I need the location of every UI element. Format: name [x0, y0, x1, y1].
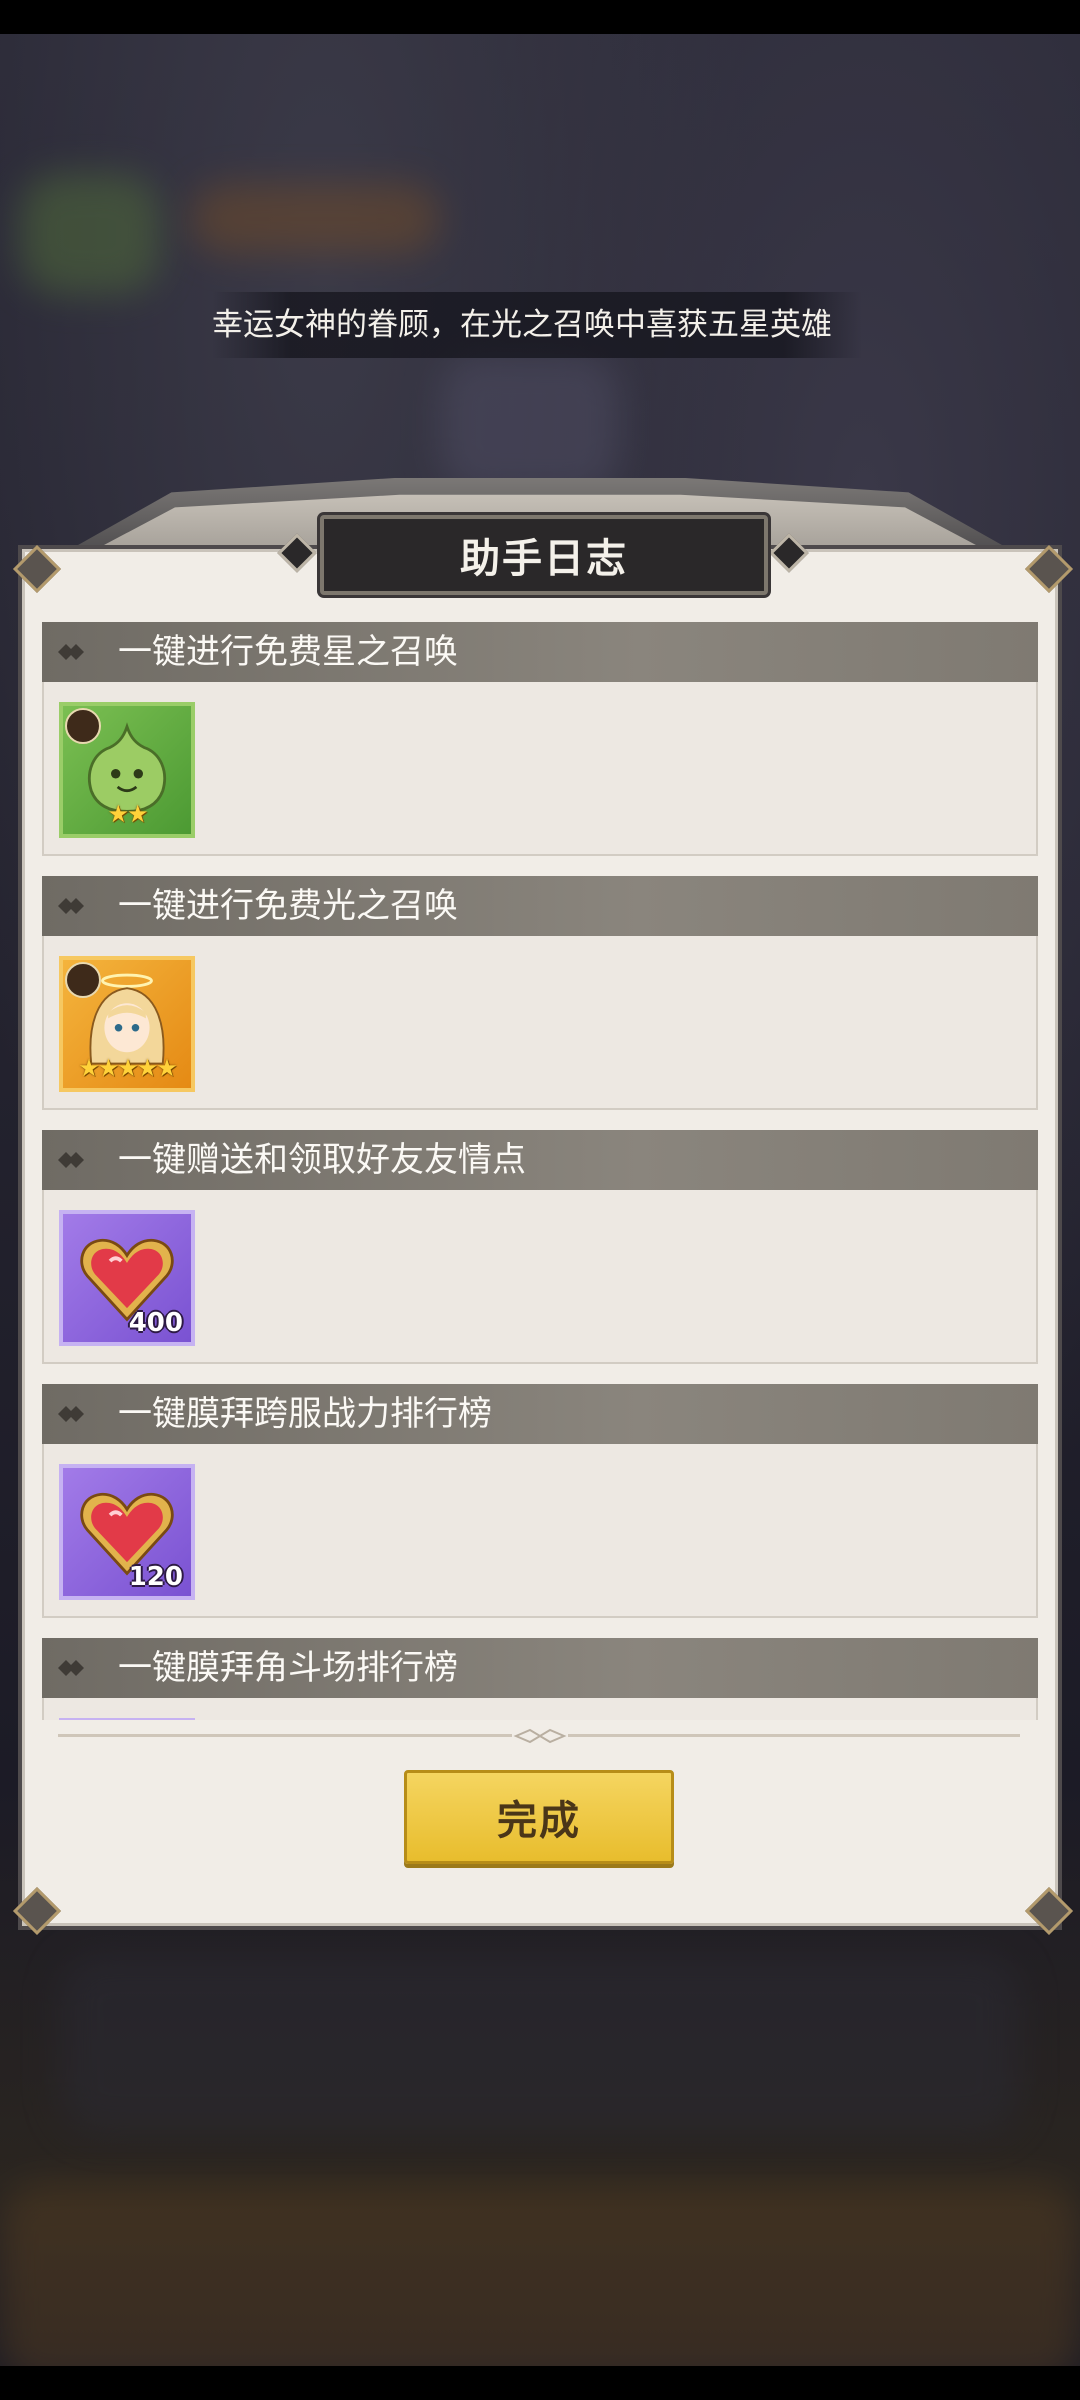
list-item: 一键进行免费星之召唤 ★★ [42, 622, 1038, 858]
section-body: 120 [42, 1444, 1038, 1618]
marquee-text: 幸运女神的眷顾，在光之召唤中喜获五星英雄 [212, 307, 832, 343]
section-title: 一键进行免费星之召唤 [118, 632, 458, 672]
panel-title-plate: 助手日志 [320, 515, 768, 595]
list-item: 一键进行免费光之召唤 ★★★★★ [42, 876, 1038, 1112]
section-body: 400 [42, 1190, 1038, 1364]
section-body: ★★★★★ [42, 936, 1038, 1110]
done-button-label: 完成 [497, 1798, 581, 1844]
chevron-right-icon [58, 1152, 84, 1168]
section-title: 一键赠送和领取好友友情点 [118, 1140, 526, 1180]
chevron-right-icon [58, 1406, 84, 1422]
section-header: 一键膜拜角斗场排行榜 [42, 1638, 1038, 1698]
chevron-right-icon [58, 1660, 84, 1676]
task-log-list[interactable]: 一键进行免费星之召唤 ★★ 一键进行免费光之召唤 ★★★★★ 一键赠送和领取好友… [42, 622, 1038, 1720]
broadcast-marquee: 幸运女神的眷顾，在光之召唤中喜获五星英雄 [212, 292, 862, 358]
reward-count: 400 [128, 1308, 183, 1338]
section-title: 一键进行免费光之召唤 [118, 886, 458, 926]
panel-title: 助手日志 [460, 536, 628, 582]
section-header: 一键赠送和领取好友友情点 [42, 1130, 1038, 1190]
section-title: 一键膜拜角斗场排行榜 [118, 1648, 458, 1688]
green-slime-hero-icon[interactable]: ★★ [59, 702, 195, 838]
friendship-heart-icon[interactable] [59, 1718, 195, 1720]
navigation-bar [0, 2366, 1080, 2400]
section-title: 一键膜拜跨服战力排行榜 [118, 1394, 492, 1434]
section-body: ★★ [42, 682, 1038, 856]
section-header: 一键进行免费光之召唤 [42, 876, 1038, 936]
list-item: 一键膜拜角斗场排行榜 [42, 1638, 1038, 1720]
section-header: 一键膜拜跨服战力排行榜 [42, 1384, 1038, 1444]
chevron-right-icon [58, 898, 84, 914]
section-header: 一键进行免费星之召唤 [42, 622, 1038, 682]
star-rating: ★★★★★ [78, 1054, 178, 1082]
reward-count: 120 [128, 1562, 183, 1592]
done-button[interactable]: 完成 [404, 1770, 674, 1864]
friendship-heart-icon[interactable]: 400 [59, 1210, 195, 1346]
divider-ornament-icon [512, 1726, 568, 1746]
friendship-heart-icon[interactable]: 120 [59, 1464, 195, 1600]
section-body [42, 1698, 1038, 1720]
chevron-right-icon [58, 644, 84, 660]
status-bar [0, 0, 1080, 34]
star-rating: ★★ [107, 800, 148, 828]
list-item: 一键赠送和领取好友友情点 400 [42, 1130, 1038, 1366]
list-item: 一键膜拜跨服战力排行榜 120 [42, 1384, 1038, 1620]
angel-girl-hero-icon[interactable]: ★★★★★ [59, 956, 195, 1092]
